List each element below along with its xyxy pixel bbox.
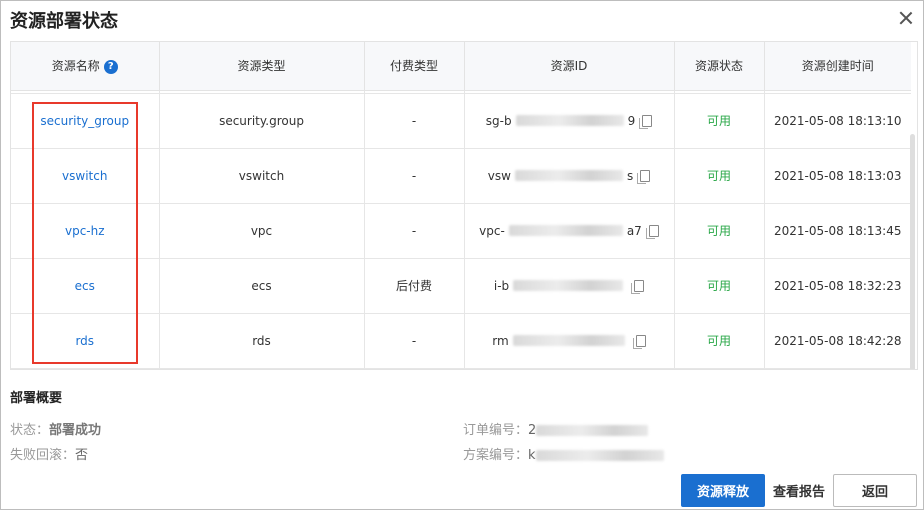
redacted-order-number bbox=[536, 425, 649, 436]
table-header-row: 资源名称? 资源类型 付费类型 资源ID 资源状态 资源创建时间 bbox=[11, 42, 911, 91]
resource-type: rds bbox=[159, 313, 365, 369]
resource-name-link[interactable]: security_group bbox=[40, 114, 129, 128]
resource-id: i-b bbox=[493, 278, 510, 293]
view-report-button[interactable]: 查看报告 bbox=[771, 474, 827, 507]
summary-status: 状态：部署成功 bbox=[10, 423, 102, 438]
question-circle-icon[interactable]: ? bbox=[103, 60, 118, 75]
col-header-name: 资源名称? bbox=[11, 42, 160, 91]
pay-type: - bbox=[364, 93, 465, 149]
col-header-id: 资源ID bbox=[464, 42, 675, 91]
copy-icon[interactable] bbox=[632, 334, 646, 349]
copy-icon[interactable] bbox=[645, 224, 659, 239]
summary-order-number: 订单编号：2 bbox=[463, 419, 649, 438]
pay-type: - bbox=[364, 313, 465, 369]
pay-type: 后付费 bbox=[364, 258, 465, 314]
summary-rollback: 失败回滚：否 bbox=[10, 448, 89, 463]
pay-type: - bbox=[364, 203, 465, 259]
col-header-status: 资源状态 bbox=[674, 42, 765, 91]
status-available: 可用 bbox=[706, 114, 731, 128]
resource-id-suffix: a7 bbox=[626, 223, 642, 238]
status-available: 可用 bbox=[706, 169, 731, 183]
redacted-id bbox=[514, 170, 623, 181]
status-value: 部署成功 bbox=[49, 423, 102, 438]
release-resources-button[interactable]: 资源释放 bbox=[681, 474, 765, 507]
pay-type: - bbox=[364, 148, 465, 204]
created-time: 2021-05-08 18:13:10 bbox=[764, 93, 911, 149]
created-time: 2021-05-08 18:42:28 bbox=[764, 313, 911, 369]
redacted-id bbox=[513, 280, 624, 291]
redacted-plan-number bbox=[535, 450, 664, 461]
redacted-id bbox=[515, 115, 624, 126]
redacted-id bbox=[508, 225, 623, 236]
col-header-pay: 付费类型 bbox=[364, 42, 465, 91]
resource-type: security.group bbox=[159, 93, 365, 149]
resource-name-link[interactable]: ecs bbox=[75, 279, 95, 293]
back-button[interactable]: 返回 bbox=[833, 474, 917, 507]
resource-table: 资源名称? 资源类型 付费类型 资源ID 资源状态 资源创建时间 securit… bbox=[10, 41, 918, 370]
resource-id: rm bbox=[492, 333, 509, 348]
copy-icon[interactable] bbox=[639, 114, 653, 129]
created-time: 2021-05-08 18:13:45 bbox=[764, 203, 911, 259]
redacted-id bbox=[512, 335, 625, 346]
table-row: vpc-hz vpc - vpc-a7 可用 2021-05-08 18:13:… bbox=[11, 203, 911, 259]
copy-icon[interactable] bbox=[631, 279, 645, 294]
resource-id: sg-b bbox=[485, 113, 512, 128]
copy-icon[interactable] bbox=[637, 169, 651, 184]
dialog-title: 资源部署状态 bbox=[10, 11, 118, 32]
order-number-value: 2 bbox=[528, 423, 537, 438]
table-scrollbar[interactable] bbox=[910, 134, 915, 369]
summary-plan-number: 方案编号：k bbox=[463, 444, 664, 463]
table-row: ecs ecs 后付费 i-b 可用 2021-05-08 18:32:23 bbox=[11, 258, 911, 314]
resource-type: ecs bbox=[159, 258, 365, 314]
plan-number-value: k bbox=[528, 448, 536, 463]
summary-title: 部署概要 bbox=[10, 391, 63, 406]
resource-id: vpc- bbox=[479, 223, 505, 238]
resource-name-link[interactable]: rds bbox=[75, 334, 94, 348]
resource-id-suffix: s bbox=[626, 168, 634, 183]
resource-type: vswitch bbox=[159, 148, 365, 204]
table-row: vswitch vswitch - vsw s 可用 2021-05-08 18:… bbox=[11, 148, 911, 204]
resource-name-link[interactable]: vpc-hz bbox=[65, 224, 105, 238]
status-available: 可用 bbox=[706, 279, 731, 293]
close-icon[interactable] bbox=[898, 10, 914, 26]
resource-deploy-status-dialog: 资源部署状态 资源名称? 资源类型 付费类型 资源ID 资源状态 资源创建时间 bbox=[0, 0, 924, 510]
table-row: security_group security.group - sg-b 9 可用… bbox=[11, 93, 911, 149]
created-time: 2021-05-08 18:13:03 bbox=[764, 148, 911, 204]
created-time: 2021-05-08 18:32:23 bbox=[764, 258, 911, 314]
table-row: rds rds - rm 可用 2021-05-08 18:42:28 bbox=[11, 313, 911, 369]
col-header-type: 资源类型 bbox=[159, 42, 365, 91]
status-available: 可用 bbox=[706, 334, 731, 348]
status-available: 可用 bbox=[706, 224, 731, 238]
rollback-value: 否 bbox=[75, 448, 89, 463]
resource-type: vpc bbox=[159, 203, 365, 259]
col-header-time: 资源创建时间 bbox=[764, 42, 911, 91]
resource-id: vsw bbox=[487, 168, 511, 183]
resource-id-suffix: 9 bbox=[627, 113, 636, 128]
resource-name-link[interactable]: vswitch bbox=[62, 169, 107, 183]
